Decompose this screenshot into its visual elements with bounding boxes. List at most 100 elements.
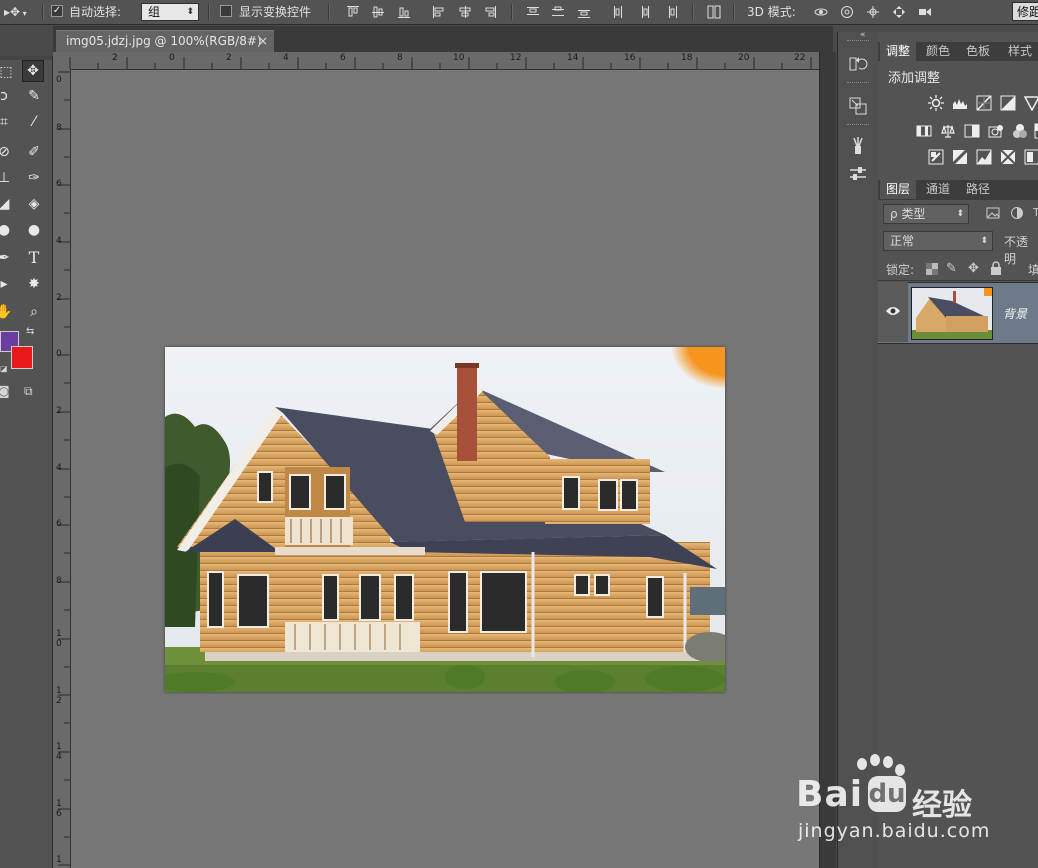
close-icon[interactable]: × bbox=[258, 30, 268, 52]
threshold-icon[interactable] bbox=[976, 149, 992, 165]
color-lookup-icon[interactable] bbox=[1034, 123, 1038, 139]
paint-bucket-tool-icon[interactable]: ◈ bbox=[24, 194, 44, 214]
blend-mode-dropdown[interactable]: 正常 ⬍ bbox=[883, 231, 993, 251]
default-colors-icon[interactable]: ◪ bbox=[0, 364, 8, 373]
channel-mixer-icon[interactable] bbox=[1012, 123, 1028, 139]
photo-filter-icon[interactable] bbox=[988, 123, 1004, 139]
ruler-label: 2 bbox=[56, 406, 62, 416]
clone-stamp-tool-icon[interactable]: ⊥ bbox=[0, 168, 14, 188]
selective-color-icon[interactable] bbox=[1000, 149, 1016, 165]
3d-slide-icon[interactable] bbox=[892, 5, 906, 19]
zoom-tool-icon[interactable]: ⌕ bbox=[24, 302, 44, 322]
3d-pan-icon[interactable] bbox=[866, 5, 880, 19]
background-color-swatch[interactable] bbox=[11, 346, 33, 369]
filter-adjustment-icon[interactable] bbox=[1010, 206, 1024, 220]
type-tool-icon[interactable]: T bbox=[24, 248, 44, 268]
lasso-tool-icon[interactable]: ɔ bbox=[0, 86, 14, 106]
blur-tool-icon[interactable]: ● bbox=[0, 220, 14, 240]
align-top-icon[interactable] bbox=[346, 5, 360, 19]
levels-icon[interactable] bbox=[952, 95, 968, 111]
exposure-icon[interactable] bbox=[1000, 95, 1016, 111]
3d-roll-icon[interactable] bbox=[840, 5, 854, 19]
eraser-tool-icon[interactable]: ◢ bbox=[0, 194, 14, 214]
align-vcenter-icon[interactable] bbox=[371, 5, 385, 19]
curves-icon[interactable] bbox=[976, 95, 992, 111]
distribute-right-icon[interactable] bbox=[664, 5, 678, 19]
distribute-left-icon[interactable] bbox=[612, 5, 626, 19]
document-image[interactable] bbox=[165, 347, 725, 692]
distribute-vcenter-icon[interactable] bbox=[551, 5, 565, 19]
hand-tool-icon[interactable]: ✋ bbox=[0, 302, 14, 322]
gradient-map-icon[interactable] bbox=[1024, 149, 1038, 165]
distribute-hcenter-icon[interactable] bbox=[638, 5, 652, 19]
move-tool-preset-icon[interactable]: ▸✥ ▾ bbox=[4, 0, 27, 24]
history-brush-tool-icon[interactable]: ✑ bbox=[24, 168, 44, 188]
hue-saturation-icon[interactable] bbox=[916, 123, 932, 139]
vertical-ruler[interactable]: 0 8 6 4 2 0 2 4 6 8 1 0 1 2 1 4 1 6 1 bbox=[53, 69, 71, 868]
invert-icon[interactable] bbox=[928, 149, 944, 165]
tool-presets-icon[interactable] bbox=[848, 164, 868, 184]
layer-filter-dropdown[interactable]: ρ 类型 ⬍ bbox=[883, 204, 969, 224]
align-hcenter-icon[interactable] bbox=[458, 5, 472, 19]
tools-panel: ⬚ ✥ ɔ ✎ ⌗ ⁄ ⊘ ✐ ⊥ ✑ ◢ ◈ ● ● ✒ T ▸ ✸ ✋ ⌕ … bbox=[0, 56, 53, 868]
healing-brush-tool-icon[interactable]: ⊘ bbox=[0, 142, 14, 162]
3d-orbit-icon[interactable] bbox=[814, 5, 828, 19]
marquee-tool-icon[interactable]: ⬚ bbox=[0, 62, 16, 82]
align-right-icon[interactable] bbox=[483, 5, 497, 19]
refine-button[interactable]: 修距 bbox=[1012, 2, 1038, 21]
custom-shape-tool-icon[interactable]: ✸ bbox=[24, 274, 44, 294]
tab-adjustments[interactable]: 调整 bbox=[880, 42, 917, 61]
black-white-icon[interactable] bbox=[964, 123, 980, 139]
pen-tool-icon[interactable]: ✒ bbox=[0, 248, 14, 268]
tab-styles[interactable]: 样式 bbox=[1002, 42, 1038, 61]
dodge-tool-icon[interactable]: ● bbox=[24, 220, 44, 240]
eyedropper-tool-icon[interactable]: ⁄ bbox=[24, 112, 44, 132]
distribute-bottom-icon[interactable] bbox=[577, 5, 591, 19]
distribute-top-icon[interactable] bbox=[526, 5, 540, 19]
move-tool-icon[interactable]: ✥ bbox=[22, 60, 44, 82]
lock-transparent-icon[interactable] bbox=[926, 263, 938, 275]
horizontal-ruler[interactable]: 2 0 2 4 6 8 10 12 14 16 18 20 22 bbox=[53, 52, 819, 70]
swap-colors-icon[interactable]: ⇆ bbox=[26, 326, 34, 337]
crop-tool-icon[interactable]: ⌗ bbox=[0, 112, 14, 132]
tab-paths[interactable]: 路径 bbox=[960, 180, 996, 199]
separator bbox=[208, 4, 210, 20]
lock-pixels-icon[interactable]: ✎ bbox=[946, 261, 957, 276]
vibrance-icon[interactable] bbox=[1023, 95, 1038, 112]
add-adjustment-heading: 添加调整 bbox=[888, 71, 941, 86]
filter-type-icon[interactable]: T bbox=[1033, 206, 1038, 219]
ruler-label: 6 bbox=[56, 519, 62, 529]
lock-all-icon[interactable] bbox=[990, 261, 1002, 275]
brush-tool-icon[interactable]: ✐ bbox=[24, 142, 44, 162]
eye-icon[interactable] bbox=[885, 305, 901, 317]
3d-scale-icon[interactable] bbox=[918, 5, 932, 19]
layer-thumbnail[interactable] bbox=[911, 287, 993, 340]
auto-select-checkbox[interactable]: ✓ bbox=[51, 5, 63, 17]
tab-layers[interactable]: 图层 bbox=[880, 180, 917, 199]
screen-mode-icon[interactable]: ⧉ bbox=[24, 384, 33, 399]
tab-channels[interactable]: 通道 bbox=[920, 180, 956, 199]
tab-color[interactable]: 颜色 bbox=[920, 42, 956, 61]
quick-selection-tool-icon[interactable]: ✎ bbox=[24, 86, 44, 106]
auto-align-icon[interactable] bbox=[707, 5, 721, 19]
3d-mode-label: 3D 模式: bbox=[747, 5, 796, 19]
horizontal-ruler-ticks bbox=[69, 57, 812, 69]
color-balance-icon[interactable] bbox=[940, 123, 956, 139]
collapse-arrows-icon[interactable]: « bbox=[860, 30, 866, 40]
properties-panel-icon[interactable] bbox=[848, 96, 868, 116]
ruler-label: 2 bbox=[56, 293, 62, 303]
align-left-icon[interactable] bbox=[432, 5, 446, 19]
posterize-icon[interactable] bbox=[951, 148, 969, 166]
tab-swatches[interactable]: 色板 bbox=[960, 42, 996, 61]
brush-presets-icon[interactable] bbox=[848, 136, 868, 156]
auto-select-dropdown[interactable]: 组 ⬍ bbox=[141, 3, 199, 21]
vertical-scrollbar[interactable] bbox=[819, 52, 836, 868]
filter-pixel-icon[interactable] bbox=[986, 206, 1000, 220]
history-panel-icon[interactable] bbox=[848, 54, 868, 74]
brightness-icon[interactable] bbox=[928, 95, 944, 111]
lock-position-icon[interactable]: ✥ bbox=[968, 261, 979, 276]
quick-mask-icon[interactable]: ◙ bbox=[0, 384, 10, 398]
align-bottom-icon[interactable] bbox=[397, 5, 411, 19]
show-transform-checkbox[interactable] bbox=[220, 5, 232, 17]
path-selection-tool-icon[interactable]: ▸ bbox=[0, 274, 14, 294]
